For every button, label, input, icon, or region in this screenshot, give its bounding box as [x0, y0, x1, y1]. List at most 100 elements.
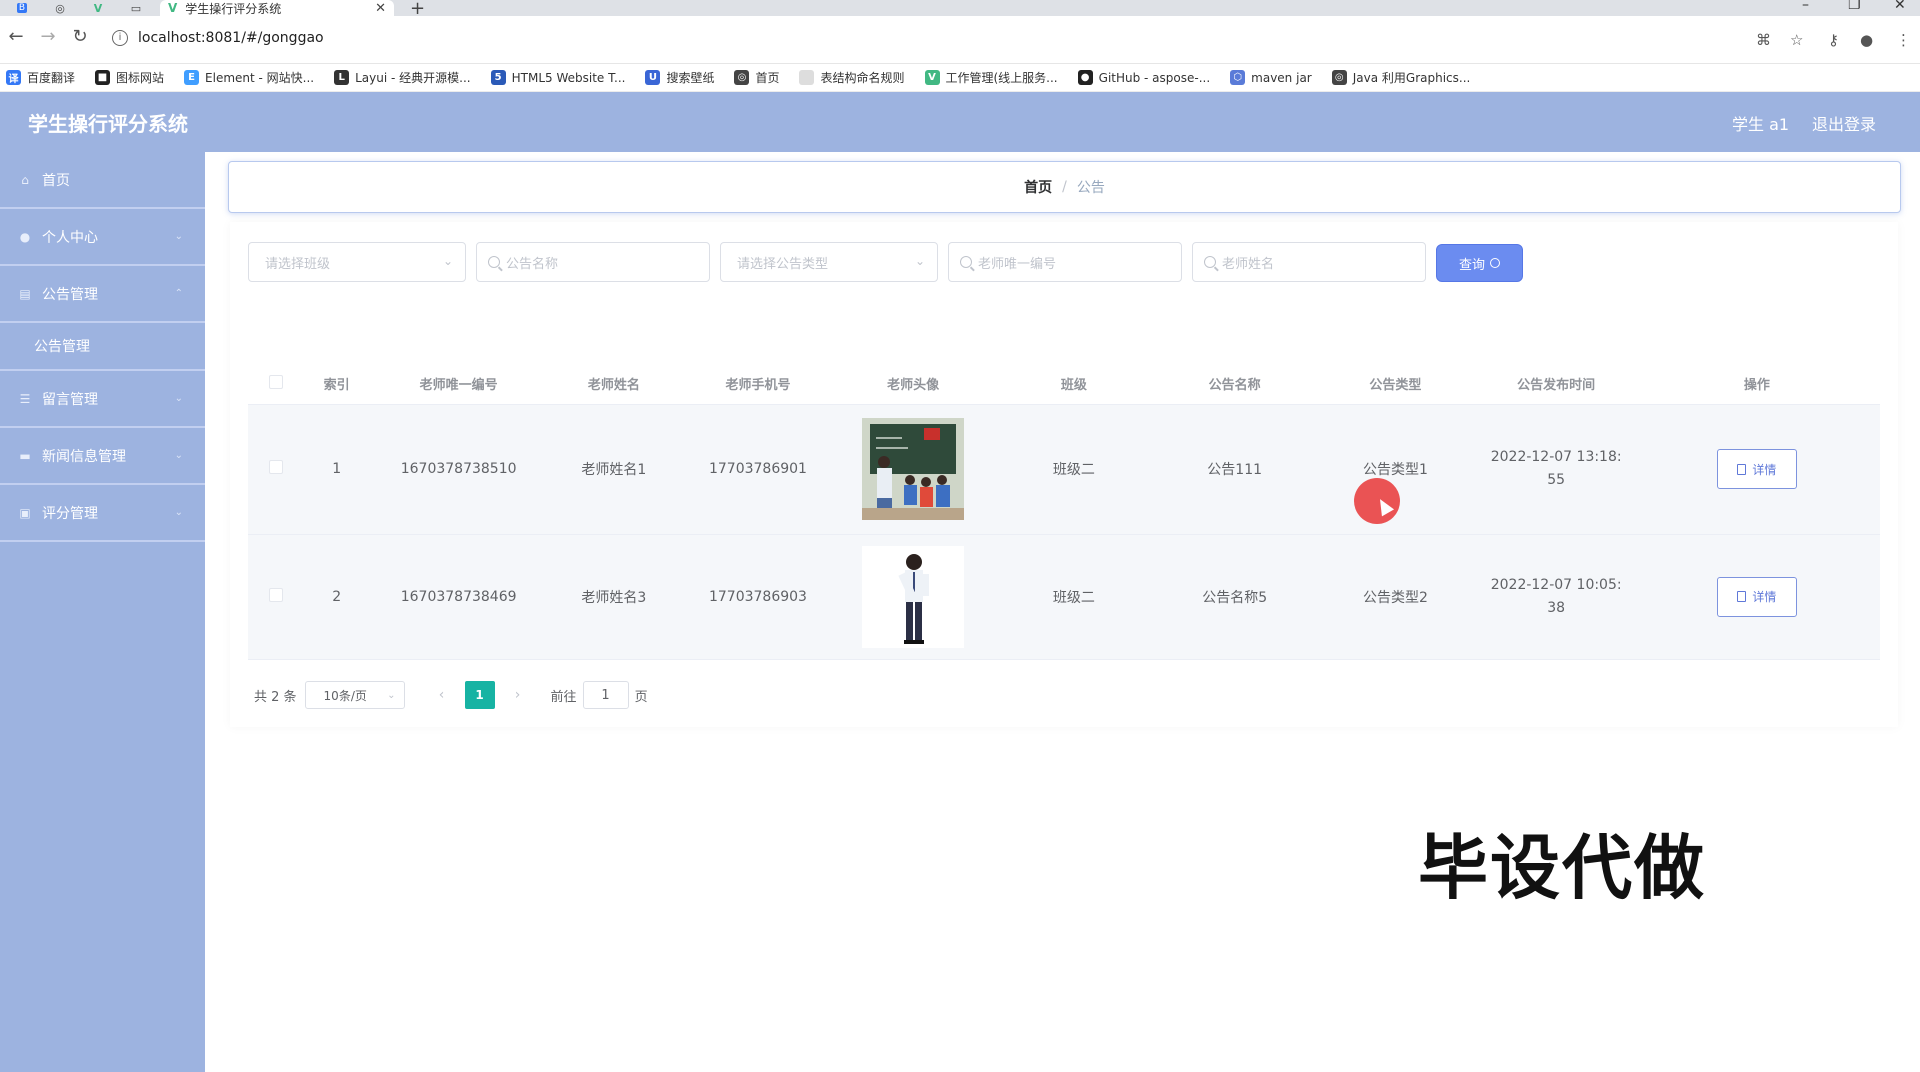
notice-type-select[interactable]: 请选择公告类型 ⌄	[720, 242, 938, 282]
pinned-tab-vue-icon[interactable]: V	[80, 0, 116, 16]
page-number-current[interactable]: 1	[464, 681, 495, 709]
goto-label: 前往	[550, 689, 577, 705]
notice-name-cell: 公告111	[1157, 404, 1313, 535]
row-checkbox[interactable]	[268, 460, 283, 474]
class-select[interactable]: 请选择班级 ⌄	[248, 242, 466, 282]
avatar-cell	[835, 404, 991, 535]
breadcrumb-home[interactable]: 首页	[1024, 177, 1052, 197]
bookmark-label: 图标网站	[116, 71, 165, 85]
address-bar[interactable]: i localhost:8081/#/gonggao	[104, 24, 1804, 52]
html5-icon: 5	[490, 70, 506, 85]
query-button[interactable]: 查询	[1436, 244, 1523, 282]
bookmark-item[interactable]: ■ 图标网站	[95, 69, 164, 86]
row-checkbox[interactable]	[268, 587, 283, 602]
document-icon	[1737, 463, 1747, 475]
chevron-down-icon: ⌄	[174, 393, 183, 404]
goto-page-input[interactable]: 1	[582, 681, 629, 709]
bookmark-item[interactable]: E Element - 网站快...	[184, 69, 314, 86]
bookmark-item[interactable]: 译百度翻译	[6, 69, 75, 86]
bookmark-star-icon[interactable]: ☆	[1790, 31, 1803, 49]
sidebar-item-profile[interactable]: ● 个人中心 ⌄	[0, 209, 205, 266]
breadcrumb: 首页 / 公告	[228, 161, 1901, 213]
site-info-icon[interactable]: i	[112, 30, 128, 46]
index-cell: 1	[303, 404, 370, 535]
pinned-tab-baidu-icon[interactable]: B	[4, 0, 40, 16]
bookmark-item[interactable]: V 工作管理(线上服务...	[924, 69, 1058, 86]
teacher-id-cell: 1670378738510	[369, 404, 548, 535]
bookmark-label: 表结构命名规则	[820, 71, 905, 85]
sidebar-item-notice[interactable]: ▤ 公告管理 ⌃	[0, 266, 205, 323]
sidebar: ⌂ 首页 ● 个人中心 ⌄ ▤ 公告管理 ⌃ 公告管理 ☰ 留言管理 ⌄ ▬ 新…	[0, 152, 205, 1072]
prev-page-icon[interactable]: ‹	[427, 681, 457, 709]
restore-icon[interactable]: ❐	[1848, 0, 1861, 13]
bookmark-label: maven jar	[1251, 70, 1312, 85]
class-cell: 班级二	[990, 404, 1158, 535]
search-icon	[1204, 256, 1216, 268]
message-icon: ☰	[19, 391, 31, 406]
bookmark-item[interactable]: ● GitHub - aspose-...	[1077, 70, 1210, 85]
close-tab-icon[interactable]: ✕	[375, 1, 386, 16]
pagination-total: 共 2 条	[254, 689, 297, 705]
action-cell: 详情	[1633, 534, 1880, 660]
notice-name-cell: 公告名称5	[1157, 534, 1313, 660]
bookmark-item[interactable]: 5 HTML5 Website T...	[490, 70, 626, 85]
vue-icon: V	[924, 70, 940, 85]
index-cell: 2	[303, 534, 370, 660]
sidebar-item-home[interactable]: ⌂ 首页	[0, 152, 205, 209]
current-user: 学生 a1	[1732, 115, 1790, 134]
bookmark-label: 搜索壁纸	[666, 71, 715, 85]
pinned-tab-page-icon[interactable]: ▭	[118, 0, 154, 16]
logout-link[interactable]: 退出登录	[1812, 111, 1876, 135]
row-select-cell	[248, 534, 304, 660]
publish-time-cell: 2022-12-07 10:05: 38	[1478, 534, 1634, 660]
profile-icon[interactable]: ●	[1860, 31, 1873, 49]
page-size-select[interactable]: 10条/页 ⌄	[304, 681, 405, 709]
home-icon: ⌂	[21, 172, 29, 187]
sidebar-subitem-notice-manage[interactable]: 公告管理	[0, 323, 205, 371]
back-icon[interactable]: ←	[4, 26, 28, 47]
bookmark-label: 首页	[755, 71, 780, 85]
chevron-down-icon: ⌄	[387, 689, 396, 701]
table-row[interactable]: 2 1670378738469 老师姓名3 17703786903 班级二 公告…	[248, 534, 1880, 660]
notice-name-placeholder: 公告名称	[506, 256, 559, 272]
phone-cell: 17703786903	[680, 534, 836, 660]
chevron-up-icon: ⌃	[174, 288, 183, 299]
detail-button[interactable]: 详情	[1716, 576, 1797, 617]
minimize-icon[interactable]: –	[1802, 0, 1809, 13]
sidebar-item-news[interactable]: ▬ 新闻信息管理 ⌄	[0, 428, 205, 485]
bookmark-label: HTML5 Website T...	[511, 70, 626, 85]
app-title: 学生操行评分系统	[28, 112, 188, 136]
close-window-icon[interactable]: ✕	[1894, 0, 1906, 13]
hex-icon: ⬡	[1230, 70, 1246, 85]
bookmark-item[interactable]: U 搜索壁纸	[645, 69, 714, 86]
bookmark-item[interactable]: ◎ 首页	[734, 69, 779, 86]
teacher-name-input[interactable]: 老师姓名	[1192, 242, 1426, 282]
key-icon[interactable]: ⚷	[1828, 31, 1839, 49]
github-icon: ●	[1077, 70, 1093, 85]
user-icon: ●	[19, 229, 31, 244]
teacher-id-input[interactable]: 老师唯一编号	[948, 242, 1182, 282]
table-row[interactable]: 1 1670378738510 老师姓名1 17703786901 班级二 公告…	[248, 404, 1880, 535]
bookmarks-bar: 译百度翻译 ■ 图标网站 E Element - 网站快... L Layui - 经典开源…	[0, 64, 1920, 92]
sidebar-item-label: 评分管理	[42, 505, 98, 522]
translate-icon[interactable]: ⌘	[1756, 31, 1771, 49]
select-all-checkbox[interactable]	[268, 374, 283, 389]
news-icon: ▬	[19, 448, 31, 463]
active-browser-tab[interactable]: V 学生操行评分系统 ✕	[160, 0, 394, 16]
teacher-id-cell: 1670378738469	[369, 534, 548, 660]
menu-dots-icon[interactable]: ⋮	[1896, 31, 1911, 49]
bookmark-item[interactable]: ◎ Java 利用Graphics...	[1331, 69, 1470, 86]
bookmark-item[interactable]: ⬡ maven jar	[1230, 70, 1312, 85]
publish-time-line: 2022-12-07 10:05:	[1490, 576, 1622, 593]
notice-name-input[interactable]: 公告名称	[476, 242, 710, 282]
reload-icon[interactable]: ↻	[68, 26, 92, 47]
sidebar-item-messages[interactable]: ☰ 留言管理 ⌄	[0, 371, 205, 428]
forward-icon[interactable]: →	[36, 26, 60, 47]
bookmark-item[interactable]: L Layui - 经典开源模...	[334, 69, 471, 86]
detail-button[interactable]: 详情	[1716, 449, 1797, 489]
pinned-tab-globe-icon[interactable]: ◎	[42, 0, 78, 16]
vue-icon: V	[168, 1, 178, 15]
next-page-icon[interactable]: ›	[503, 681, 533, 709]
bookmark-item[interactable]: 表结构命名规则	[799, 69, 905, 86]
sidebar-item-score[interactable]: ▣ 评分管理 ⌄	[0, 485, 205, 542]
